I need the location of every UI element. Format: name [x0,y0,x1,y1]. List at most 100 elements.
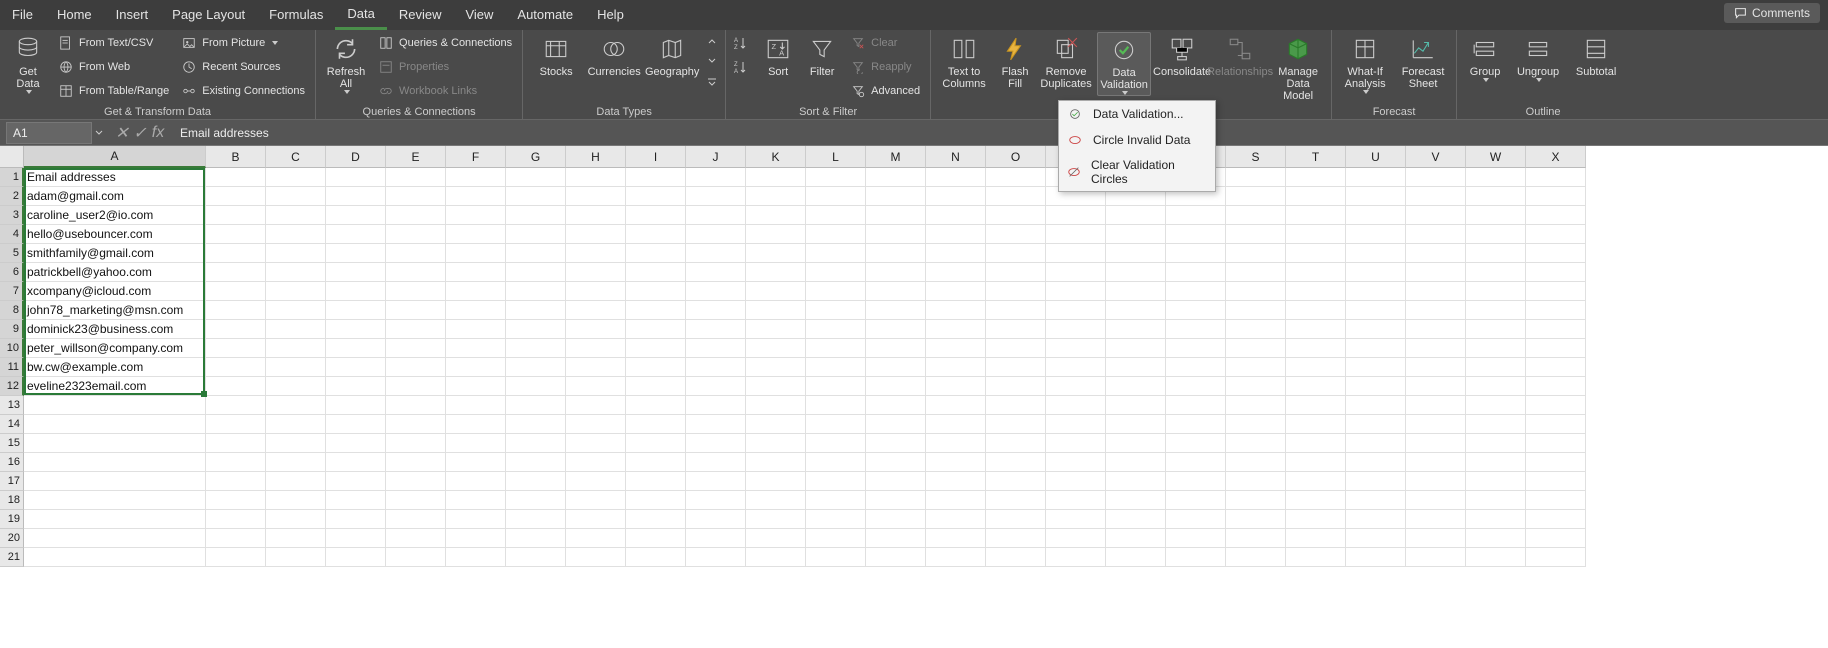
cell-G3[interactable] [506,206,566,225]
cell-U4[interactable] [1346,225,1406,244]
cell-K7[interactable] [746,282,806,301]
cell-J5[interactable] [686,244,746,263]
cell-C5[interactable] [266,244,326,263]
cell-V7[interactable] [1406,282,1466,301]
row-header-7[interactable]: 7 [0,282,24,301]
cell-V14[interactable] [1406,415,1466,434]
cell-W17[interactable] [1466,472,1526,491]
cell-D19[interactable] [326,510,386,529]
column-header-C[interactable]: C [266,146,326,168]
cell-V17[interactable] [1406,472,1466,491]
sort-button[interactable]: ZASort [758,32,798,78]
cell-X13[interactable] [1526,396,1586,415]
cell-D15[interactable] [326,434,386,453]
cell-O9[interactable] [986,320,1046,339]
cell-P20[interactable] [1046,529,1106,548]
cell-K3[interactable] [746,206,806,225]
cell-L1[interactable] [806,168,866,187]
cell-N15[interactable] [926,434,986,453]
cell-D2[interactable] [326,187,386,206]
cell-F20[interactable] [446,529,506,548]
cell-Q14[interactable] [1106,415,1166,434]
cell-L20[interactable] [806,529,866,548]
cell-V10[interactable] [1406,339,1466,358]
cell-C1[interactable] [266,168,326,187]
comments-button[interactable]: Comments [1724,3,1820,23]
cancel-formula-icon[interactable]: ✕ [114,123,130,143]
cell-E2[interactable] [386,187,446,206]
menu-item-data-validation[interactable]: Data Validation... [1059,101,1215,127]
cell-R8[interactable] [1166,301,1226,320]
cell-J16[interactable] [686,453,746,472]
from-web-button[interactable]: From Web [54,56,173,78]
cell-M12[interactable] [866,377,926,396]
cell-F15[interactable] [446,434,506,453]
what-if-button[interactable]: What-If Analysis [1338,32,1392,94]
cell-G6[interactable] [506,263,566,282]
cell-J4[interactable] [686,225,746,244]
cell-G2[interactable] [506,187,566,206]
cell-C18[interactable] [266,491,326,510]
cell-Q17[interactable] [1106,472,1166,491]
cell-M20[interactable] [866,529,926,548]
cell-F21[interactable] [446,548,506,567]
column-header-I[interactable]: I [626,146,686,168]
cell-S11[interactable] [1226,358,1286,377]
cell-R12[interactable] [1166,377,1226,396]
cell-X1[interactable] [1526,168,1586,187]
cell-C10[interactable] [266,339,326,358]
cell-L13[interactable] [806,396,866,415]
from-picture-button[interactable]: From Picture [177,32,309,54]
cell-K21[interactable] [746,548,806,567]
cell-U16[interactable] [1346,453,1406,472]
cell-R14[interactable] [1166,415,1226,434]
cell-F19[interactable] [446,510,506,529]
forecast-sheet-button[interactable]: Forecast Sheet [1396,32,1450,90]
row-header-21[interactable]: 21 [0,548,24,567]
cell-N20[interactable] [926,529,986,548]
cell-W3[interactable] [1466,206,1526,225]
cell-W10[interactable] [1466,339,1526,358]
cell-I17[interactable] [626,472,686,491]
cell-R19[interactable] [1166,510,1226,529]
cell-X4[interactable] [1526,225,1586,244]
data-validation-button[interactable]: Data Validation [1097,32,1151,96]
cell-O10[interactable] [986,339,1046,358]
cell-H3[interactable] [566,206,626,225]
cell-O18[interactable] [986,491,1046,510]
cell-P3[interactable] [1046,206,1106,225]
cell-I19[interactable] [626,510,686,529]
enter-formula-icon[interactable]: ✓ [132,123,148,143]
cell-X14[interactable] [1526,415,1586,434]
row-header-1[interactable]: 1 [0,168,24,187]
cell-K15[interactable] [746,434,806,453]
cell-P15[interactable] [1046,434,1106,453]
cell-R3[interactable] [1166,206,1226,225]
cell-W18[interactable] [1466,491,1526,510]
column-header-H[interactable]: H [566,146,626,168]
cell-J2[interactable] [686,187,746,206]
cell-X12[interactable] [1526,377,1586,396]
cell-Q3[interactable] [1106,206,1166,225]
cell-S12[interactable] [1226,377,1286,396]
column-header-V[interactable]: V [1406,146,1466,168]
cell-O13[interactable] [986,396,1046,415]
cell-W12[interactable] [1466,377,1526,396]
tab-data[interactable]: Data [335,0,386,30]
cell-H14[interactable] [566,415,626,434]
cell-A5[interactable]: smithfamily@gmail.com [24,244,206,263]
cell-P16[interactable] [1046,453,1106,472]
cell-I3[interactable] [626,206,686,225]
cell-M6[interactable] [866,263,926,282]
cell-U6[interactable] [1346,263,1406,282]
cell-U21[interactable] [1346,548,1406,567]
row-header-3[interactable]: 3 [0,206,24,225]
column-header-M[interactable]: M [866,146,926,168]
cell-J8[interactable] [686,301,746,320]
cell-S15[interactable] [1226,434,1286,453]
cell-B21[interactable] [206,548,266,567]
ungroup-button[interactable]: Ungroup [1511,32,1565,82]
cell-U10[interactable] [1346,339,1406,358]
cell-V11[interactable] [1406,358,1466,377]
cell-I4[interactable] [626,225,686,244]
